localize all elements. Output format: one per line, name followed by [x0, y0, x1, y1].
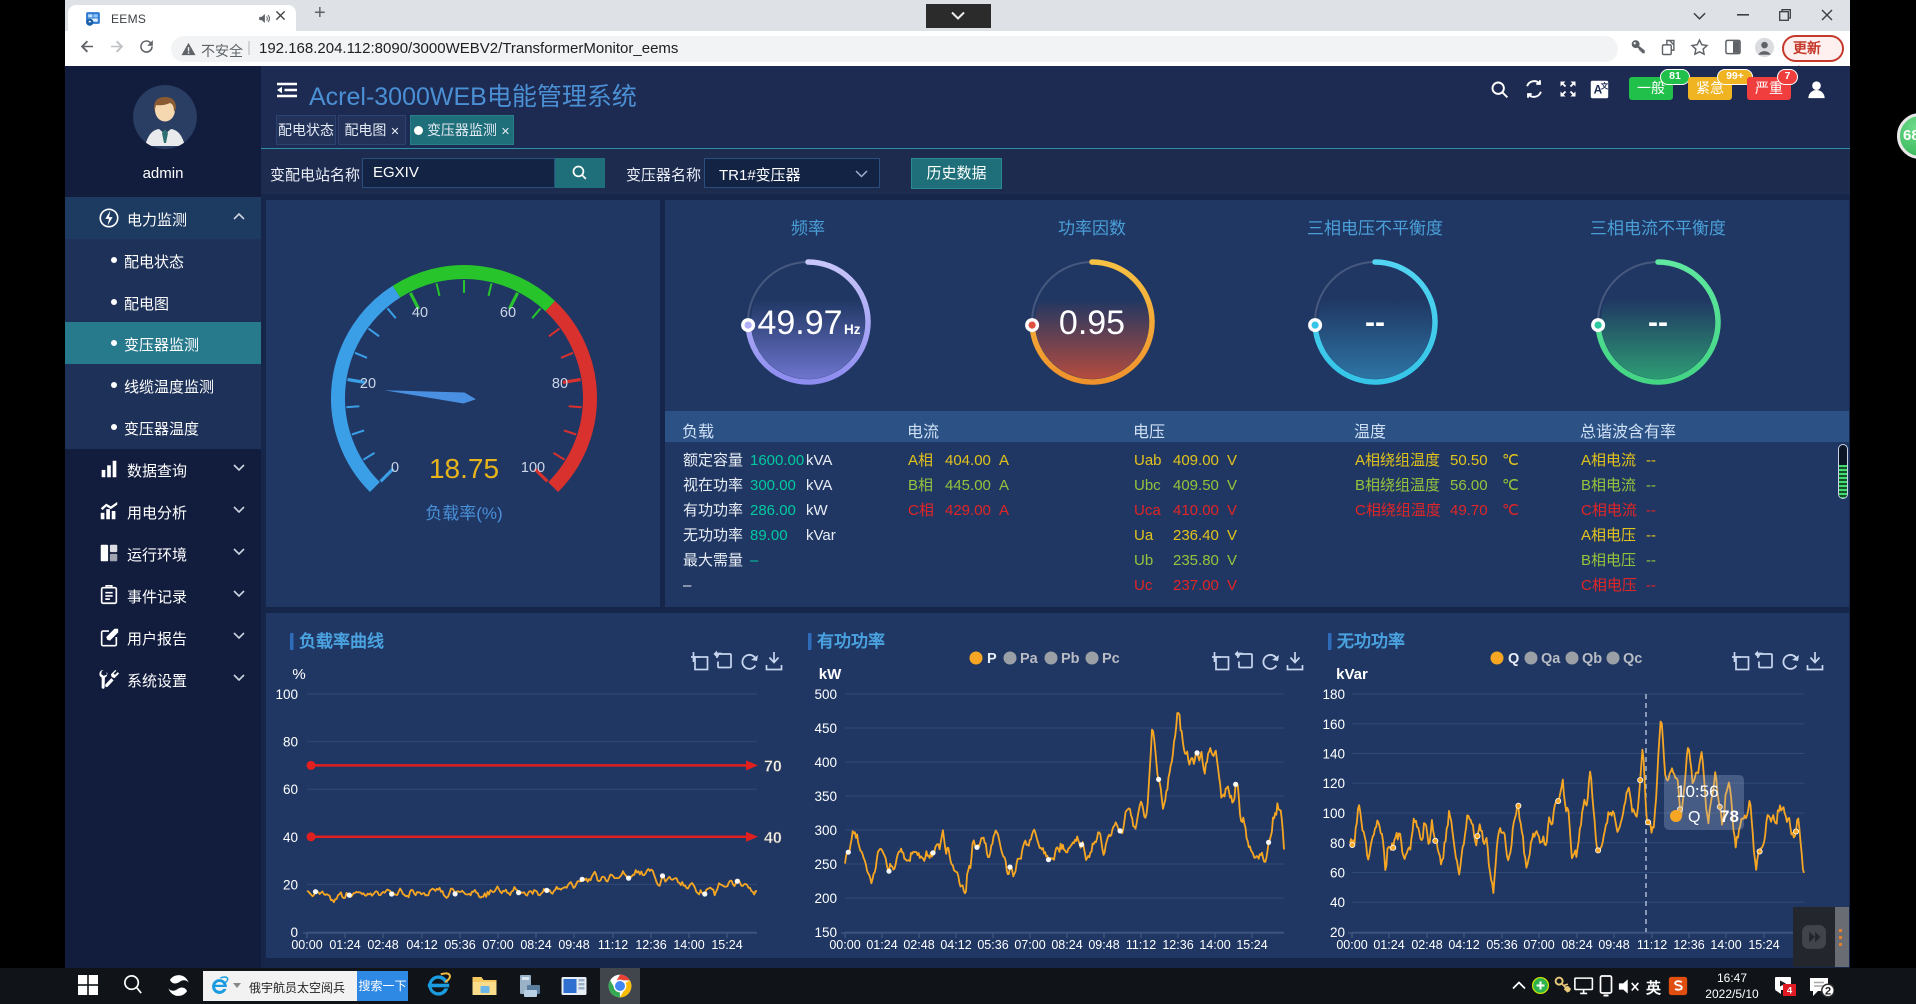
svg-text:2: 2 [1825, 986, 1831, 998]
svg-text:文: 文 [1601, 81, 1609, 91]
svg-text:4: 4 [1787, 986, 1793, 997]
